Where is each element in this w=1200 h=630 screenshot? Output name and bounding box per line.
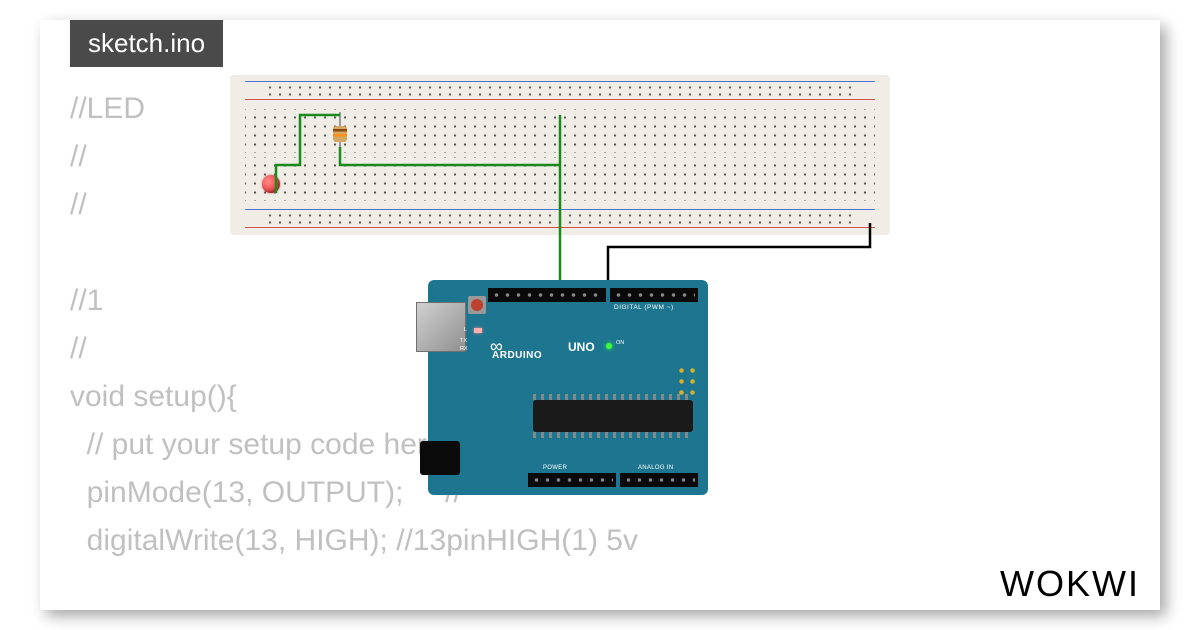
wokwi-logo-text: WOKWI [1000,563,1140,604]
led-l-indicator [474,328,482,333]
label-analog: ANALOG IN [638,465,673,471]
power-jack-icon [420,441,460,475]
code-line: //1 [70,284,103,317]
label-rx: RX [460,346,468,352]
code-line: //LED [70,92,145,125]
file-tab[interactable]: sketch.ino [70,20,223,67]
file-tab-label: sketch.ino [88,28,205,58]
wokwi-logo: WOKWI [1000,563,1140,605]
label-tx: TX [460,338,467,344]
header-digital-high[interactable] [488,288,606,302]
icsp-header-icon [676,365,698,399]
reset-button[interactable] [468,296,486,314]
led-on-indicator [606,343,612,349]
label-on: ON [616,340,624,346]
usb-port-icon [416,302,466,352]
code-line: // [70,140,87,173]
label-power: POWER [543,465,567,471]
simulation-canvas[interactable]: DIGITAL (PWM ~) POWER ANALOG IN L TX RX … [230,75,890,515]
label-l: L [464,327,467,333]
arduino-brand: ARDUINO [492,350,542,361]
label-digital: DIGITAL (PWM ~) [614,304,674,311]
arduino-uno-board[interactable]: DIGITAL (PWM ~) POWER ANALOG IN L TX RX … [428,280,708,495]
arduino-model: UNO [568,340,595,354]
header-power[interactable] [528,473,616,487]
header-digital-low[interactable] [610,288,698,302]
atmega-chip-icon [533,400,693,432]
code-line: void setup(){ [70,380,237,413]
code-line: // [70,332,87,365]
code-line: // [70,188,87,221]
code-line: digitalWrite(13, HIGH); //13pinHIGH(1) 5… [70,524,638,557]
header-analog[interactable] [620,473,698,487]
